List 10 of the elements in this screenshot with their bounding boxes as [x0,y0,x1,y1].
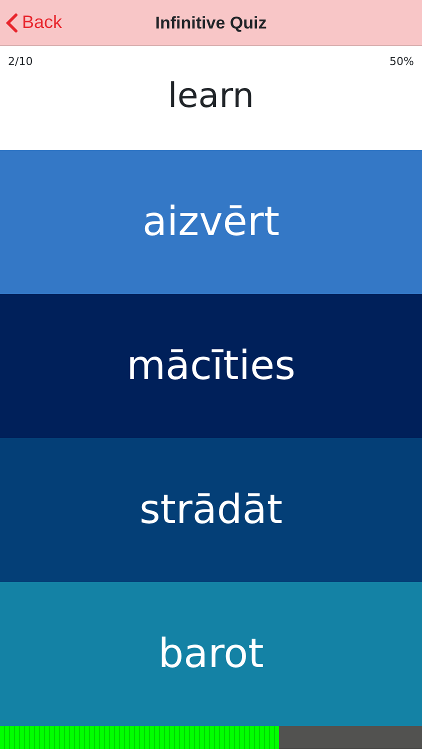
answer-button[interactable]: aizvērt [0,150,422,294]
answer-button[interactable]: barot [0,582,422,726]
question-counter: 2/10 [8,54,33,70]
chevron-left-icon [6,12,18,32]
quiz-word: learn [166,74,256,118]
screen-title: Infinitive Quiz [155,12,267,34]
answer-button[interactable]: mācīties [0,294,422,438]
answer-button[interactable]: strādāt [0,438,422,582]
back-button[interactable]: Back [0,9,68,36]
score-percent: 50% [390,54,414,70]
